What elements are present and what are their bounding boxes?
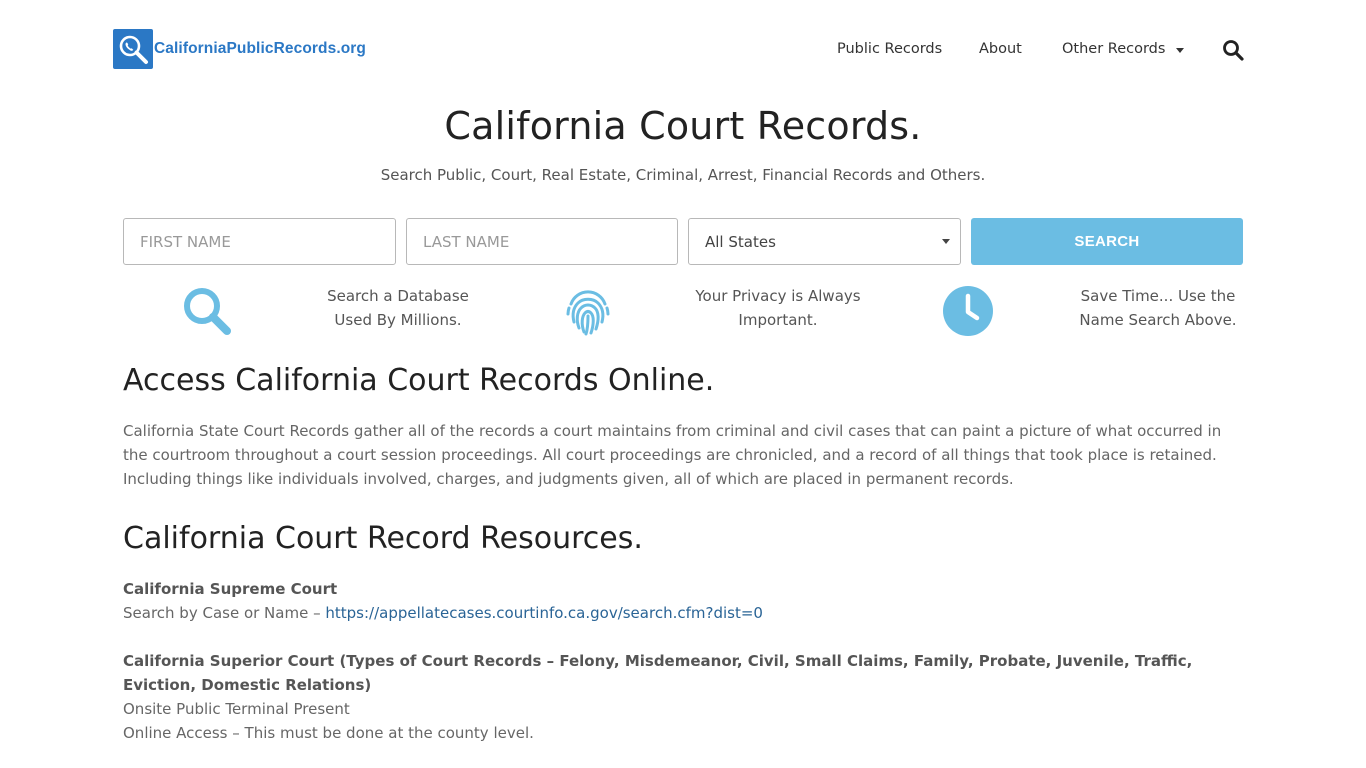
supreme-court-link[interactable]: https://appellatecases.courtinfo.ca.gov/… [325, 604, 763, 622]
feature-privacy: Your Privacy is Always Important. [668, 284, 888, 332]
nav-other-records-label: Other Records [1062, 41, 1166, 57]
search-icon[interactable] [1222, 39, 1244, 61]
fingerprint-icon [561, 284, 615, 338]
first-name-input[interactable] [123, 218, 396, 265]
feature-database: Search a Database Used By Millions. [298, 284, 498, 332]
superior-court-resource: California Superior Court (Types of Cour… [123, 649, 1245, 745]
superior-court-online: Online Access – This must be done at the… [123, 724, 534, 742]
site-logo[interactable]: CaliforniaPublicRecords.org [113, 29, 366, 69]
feature-database-line2: Used By Millions. [334, 311, 462, 329]
feature-privacy-line1: Your Privacy is Always [695, 287, 861, 305]
feature-save-time: Save Time... Use the Name Search Above. [1068, 284, 1248, 332]
feature-database-line1: Search a Database [327, 287, 469, 305]
access-heading: Access California Court Records Online. [123, 363, 715, 398]
clock-icon [941, 284, 995, 338]
supreme-court-title: California Supreme Court [123, 580, 338, 598]
nav-about[interactable]: About [979, 41, 1022, 57]
page-subtitle: Search Public, Court, Real Estate, Crimi… [380, 166, 986, 184]
magnifier-icon [180, 284, 234, 338]
logo-text: CaliforniaPublicRecords.org [154, 40, 366, 57]
access-paragraph: California State Court Records gather al… [123, 422, 1222, 488]
feature-save-time-line1: Save Time... Use the [1080, 287, 1236, 305]
superior-court-title: California Superior Court (Types of Cour… [123, 652, 1193, 694]
supreme-court-prefix: Search by Case or Name – [123, 604, 326, 622]
supreme-court-resource: California Supreme Court Search by Case … [123, 577, 1245, 625]
state-select[interactable]: All States [688, 218, 961, 265]
nav-other-records[interactable]: Other Records [1062, 41, 1185, 57]
chevron-down-icon [1176, 47, 1185, 53]
chevron-down-icon [942, 239, 950, 244]
page-title: California Court Records. [444, 104, 922, 148]
search-button[interactable]: SEARCH [971, 218, 1243, 265]
nav-public-records[interactable]: Public Records [837, 41, 942, 57]
magnifier-logo-icon [113, 29, 153, 69]
feature-save-time-line2: Name Search Above. [1079, 311, 1237, 329]
superior-court-terminal: Onsite Public Terminal Present [123, 700, 350, 718]
state-select-value: All States [705, 232, 776, 251]
supreme-court-line: Search by Case or Name – https://appella… [123, 601, 1245, 625]
last-name-input[interactable] [406, 218, 678, 265]
resources-heading: California Court Record Resources. [123, 521, 643, 556]
feature-privacy-line2: Important. [738, 311, 818, 329]
